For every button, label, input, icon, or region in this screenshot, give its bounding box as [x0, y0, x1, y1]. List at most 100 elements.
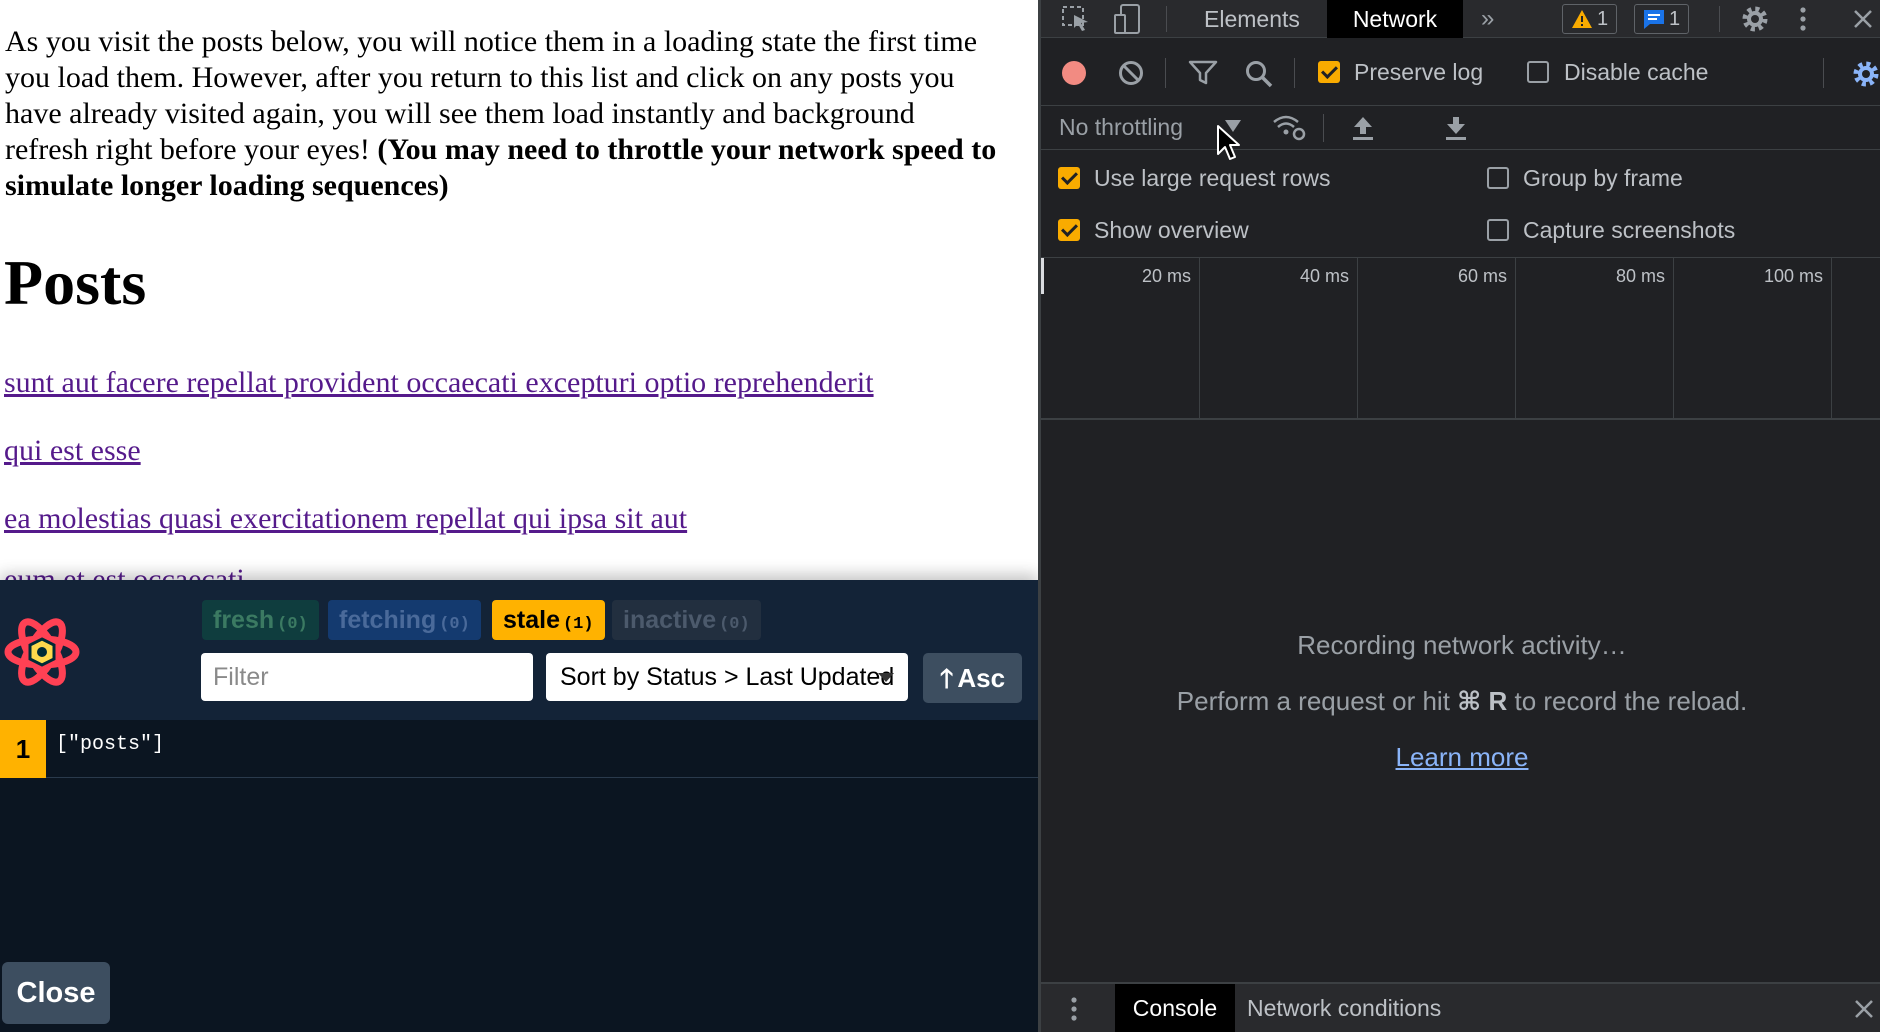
- timeline-tick-label: 20 ms: [1141, 266, 1191, 286]
- sort-order-label: Asc: [957, 663, 1006, 693]
- badge-label: fresh: [213, 606, 275, 634]
- record-icon[interactable]: [1060, 59, 1088, 87]
- intro-paragraph: As you visit the posts below, you will n…: [5, 24, 1005, 204]
- network-conditions-icon[interactable]: [1271, 112, 1307, 142]
- badge-count: (1): [562, 615, 594, 634]
- warnings-count: 1: [1597, 8, 1609, 30]
- inspect-element-icon[interactable]: [1061, 5, 1091, 33]
- badge-label: fetching: [339, 606, 437, 634]
- divider: [1823, 58, 1824, 88]
- message-icon: [1644, 10, 1664, 29]
- divider: [1165, 58, 1166, 88]
- mouse-cursor-icon: [1217, 125, 1240, 160]
- timeline-gridline: [1515, 258, 1516, 420]
- import-har-icon[interactable]: [1350, 114, 1376, 142]
- devtools-header: fresh (0) fetching (0) stale (1) inactive (0…: [0, 580, 1038, 720]
- close-icon[interactable]: [1852, 8, 1874, 30]
- timeline-gridline: [1357, 258, 1358, 420]
- react-query-devtools-panel: fresh (0) fetching (0) stale (1) inactive (0…: [0, 580, 1038, 1032]
- network-toolbar-secondary: No throttling: [1041, 106, 1880, 150]
- sort-select-value: Sort by Status > Last Updated: [560, 663, 895, 691]
- timeline-marker: [1041, 258, 1044, 294]
- divider: [1323, 114, 1324, 142]
- kebab-menu-icon[interactable]: [1798, 6, 1808, 32]
- learn-more-label: Learn more: [1395, 742, 1529, 772]
- drawer-tab-network-conditions[interactable]: Network conditions: [1247, 984, 1441, 1032]
- badge-count: (0): [439, 615, 470, 634]
- messages-counter[interactable]: 1: [1634, 4, 1690, 34]
- preserve-log-checkbox[interactable]: [1318, 61, 1340, 83]
- tab-elements[interactable]: Elements: [1204, 0, 1300, 38]
- show-overview-checkbox[interactable]: [1058, 219, 1080, 241]
- badge-label: stale: [503, 606, 560, 634]
- chevron-down-icon: [878, 673, 894, 682]
- tab-network[interactable]: Network: [1327, 0, 1463, 38]
- throttling-select[interactable]: No throttling: [1059, 114, 1183, 141]
- status-badge-inactive: inactive (0): [612, 600, 761, 640]
- badge-count: (0): [277, 615, 308, 634]
- hint-text: Perform a request or hit: [1176, 686, 1458, 716]
- learn-more-link[interactable]: Learn more: [1041, 742, 1880, 773]
- divider: [1719, 6, 1720, 32]
- post-link[interactable]: sunt aut facere repellat provident occae…: [4, 365, 874, 401]
- network-settings-gear-icon[interactable]: [1851, 59, 1880, 89]
- search-icon[interactable]: [1244, 59, 1274, 89]
- reload-hint-text: Perform a request or hit ⌘ R to record t…: [1041, 686, 1880, 717]
- preserve-log-label: Preserve log: [1354, 59, 1484, 85]
- status-badge-stale: stale (1): [492, 600, 605, 640]
- warnings-counter[interactable]: 1: [1562, 4, 1618, 34]
- hint-text: to record the reload.: [1507, 686, 1748, 716]
- sort-order-button[interactable]: 🡑 Asc: [923, 653, 1022, 703]
- group-by-frame-checkbox[interactable]: [1487, 167, 1509, 189]
- arrow-up-icon: 🡑: [939, 663, 954, 693]
- more-tabs-icon[interactable]: »: [1481, 0, 1494, 38]
- gear-icon[interactable]: [1740, 4, 1770, 34]
- filter-icon[interactable]: [1188, 60, 1218, 86]
- network-settings-pane: Use large request rows Group by frame Sh…: [1041, 150, 1880, 258]
- close-drawer-icon[interactable]: [1853, 998, 1875, 1020]
- large-rows-checkbox[interactable]: [1058, 167, 1080, 189]
- react-query-logo-icon: [4, 618, 80, 686]
- timeline-gridline: [1673, 258, 1674, 420]
- query-row[interactable]: 1 ["posts"]: [0, 720, 1038, 778]
- timeline-tick-label: 100 ms: [1763, 266, 1823, 286]
- close-button[interactable]: Close: [2, 962, 110, 1024]
- warning-icon: [1572, 10, 1592, 28]
- filter-input[interactable]: [201, 653, 533, 701]
- messages-count: 1: [1669, 8, 1681, 30]
- recording-status-text: Recording network activity…: [1297, 630, 1627, 660]
- post-link[interactable]: qui est esse: [4, 433, 141, 469]
- show-overview-label: Show overview: [1094, 217, 1249, 243]
- drawer-menu-icon[interactable]: [1069, 996, 1079, 1022]
- reload-shortcut: ⌘ R: [1457, 686, 1508, 716]
- group-by-frame-label: Group by frame: [1523, 165, 1683, 191]
- devtools-drawer-tabbar: Console Network conditions: [1041, 982, 1880, 1032]
- export-har-icon[interactable]: [1443, 114, 1469, 142]
- capture-screenshots-checkbox[interactable]: [1487, 219, 1509, 241]
- capture-screenshots-label: Capture screenshots: [1523, 217, 1736, 243]
- timeline-gridline: [1199, 258, 1200, 420]
- post-link[interactable]: ea molestias quasi exercitationem repell…: [4, 501, 687, 537]
- network-toolbar: Preserve log Disable cache: [1041, 38, 1880, 106]
- throttling-select-value: No throttling: [1059, 114, 1184, 140]
- disable-cache-label: Disable cache: [1564, 59, 1709, 85]
- chrome-devtools: Elements Network » 1 1 Preserve log Disa…: [1038, 0, 1880, 1032]
- badge-count: (0): [719, 615, 750, 634]
- devtools-tabbar: Elements Network » 1 1: [1041, 0, 1880, 38]
- device-toolbar-icon[interactable]: [1113, 3, 1143, 35]
- status-badge-fetching: fetching (0): [328, 600, 481, 640]
- drawer-tab-console[interactable]: Console: [1115, 984, 1235, 1032]
- observer-count-badge: 1: [0, 720, 46, 778]
- timeline-gridline: [1831, 258, 1832, 420]
- timeline-tick-label: 80 ms: [1615, 266, 1665, 286]
- page-title: Posts: [4, 247, 147, 318]
- network-overview-timeline[interactable]: 20 ms 40 ms 60 ms 80 ms 100 ms: [1041, 258, 1880, 420]
- timeline-tick-label: 60 ms: [1457, 266, 1507, 286]
- divider: [1166, 6, 1167, 32]
- clear-icon[interactable]: [1117, 59, 1145, 87]
- status-badge-fresh: fresh (0): [202, 600, 319, 640]
- query-key: ["posts"]: [56, 733, 165, 756]
- sort-select[interactable]: Sort by Status > Last Updated: [546, 653, 908, 701]
- divider: [1294, 58, 1295, 88]
- disable-cache-checkbox[interactable]: [1527, 61, 1549, 83]
